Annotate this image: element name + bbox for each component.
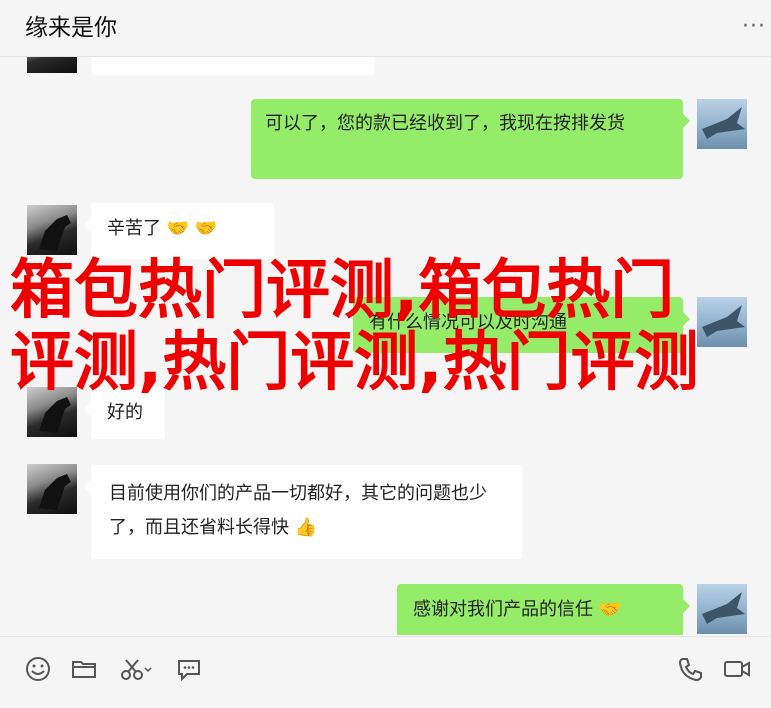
my-avatar[interactable] [697,584,747,634]
horse-icon [39,215,71,251]
jet-icon [702,592,745,624]
more-options-icon[interactable]: ··· [742,14,766,39]
chat-title: 缘来是你 [25,15,117,41]
handshake-emoji-icon: 🤝 🤝 [166,218,218,239]
message-bubble-incoming[interactable]: 目前使用你们的产品一切都好，其它的问题也少了，而且还省料长得快 👍 [84,465,522,559]
handshake-emoji-icon: 🤝 [598,599,622,620]
thumbs-up-emoji-icon: 👍 [294,517,318,538]
chat-bubble-icon[interactable] [175,655,203,683]
message-bubble-incoming[interactable] [91,57,375,75]
input-toolbar [0,636,771,708]
message-text: 辛苦了 [107,218,161,239]
jet-icon [702,107,745,139]
folder-icon[interactable] [70,655,98,683]
chat-header: 缘来是你 ··· [0,0,771,57]
message-text: 可以了，您的款已经收到了，我现在按排发货 [265,113,625,134]
message-bubble-outgoing[interactable]: 可以了，您的款已经收到了，我现在按排发货 [251,99,690,179]
scissors-icon[interactable] [118,655,152,683]
contact-avatar[interactable] [27,464,77,514]
message-bubble-outgoing[interactable]: 感谢对我们产品的信任 🤝 [397,584,690,635]
message-text: 感谢对我们产品的信任 [413,599,593,620]
watermark-overlay-text: 箱包热门评测,箱包热门评测,热门评测,热门评测 [10,254,699,400]
emoji-icon[interactable] [24,655,52,683]
contact-avatar[interactable] [27,57,77,73]
my-avatar[interactable] [697,99,747,149]
message-bubble-incoming[interactable]: 辛苦了 🤝 🤝 [84,203,274,259]
message-text: 好的 [107,402,143,423]
contact-avatar[interactable] [27,205,77,255]
video-icon[interactable] [722,655,750,683]
horse-icon [39,474,71,510]
phone-icon[interactable] [676,655,704,683]
